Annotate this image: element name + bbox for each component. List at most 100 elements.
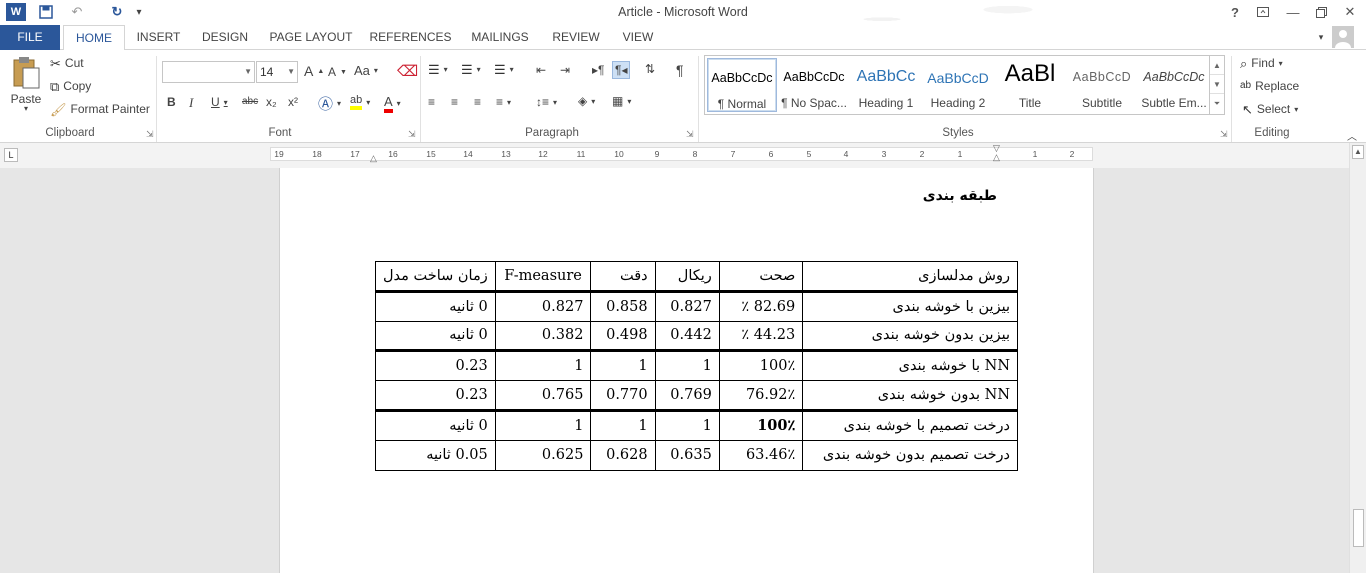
- table-cell: 0.498: [590, 320, 656, 352]
- align-center-icon[interactable]: ≡: [451, 95, 458, 109]
- table-cell: بیزین با خوشه بندی: [802, 289, 1018, 322]
- paragraph-launcher-icon[interactable]: ⇲: [686, 129, 694, 140]
- style-name: Title: [1018, 96, 1042, 110]
- table-row: 0.23 1 1 1 100٪ NN با خوشه بندی: [375, 349, 1018, 382]
- grow-font-button[interactable]: A ▲: [304, 63, 324, 79]
- tab-review[interactable]: REVIEW: [547, 25, 605, 50]
- vertical-scrollbar[interactable]: ▲: [1349, 143, 1366, 573]
- horizontal-ruler[interactable]: 19 18 17 16 15 14 13 12 11 10 9 8 7 6 5 …: [270, 144, 1093, 164]
- bold-button[interactable]: B: [167, 95, 176, 109]
- format-painter-button[interactable]: 🖌 Format Painter: [50, 102, 150, 116]
- collapse-ribbon-icon[interactable]: ︿: [1347, 128, 1357, 143]
- document-area: طبقه بندی زمان ساخت مدل F-measure دقت ری…: [0, 168, 1349, 573]
- tab-file[interactable]: FILE: [0, 25, 60, 50]
- font-color-button[interactable]: A ▾: [384, 94, 401, 113]
- table-cell: 0.765: [494, 380, 592, 411]
- help-button[interactable]: ?: [1222, 2, 1248, 22]
- tab-selector[interactable]: L: [4, 148, 18, 162]
- increase-indent-icon[interactable]: ⇥: [560, 63, 570, 77]
- multilevel-list-button[interactable]: ☰ ▾: [494, 63, 514, 76]
- title-bar: W ↶ ↻ ▾ Article - Microsoft Word ? — ✕: [0, 0, 1366, 48]
- style-sample: AaBbCcDc: [1143, 70, 1205, 84]
- table-cell: 0.827: [654, 289, 720, 322]
- restore-button[interactable]: [1308, 2, 1334, 22]
- select-button[interactable]: ↖ Select ▾: [1242, 102, 1298, 116]
- scroll-up-icon[interactable]: ▲: [1352, 145, 1364, 159]
- group-separator: [698, 56, 699, 142]
- strikethrough-button[interactable]: abc: [242, 96, 258, 107]
- tab-view[interactable]: VIEW: [615, 25, 661, 50]
- bullets-button[interactable]: ☰ ▾: [428, 63, 448, 76]
- paste-button[interactable]: Paste ▾: [8, 56, 44, 124]
- copy-button[interactable]: ⧉ Copy: [50, 79, 91, 93]
- account-dropdown-icon[interactable]: ▾: [1314, 25, 1328, 50]
- styles-launcher-icon[interactable]: ⇲: [1220, 129, 1228, 140]
- change-case-button[interactable]: Aa ▾: [354, 63, 378, 78]
- decrease-indent-icon[interactable]: ⇤: [536, 63, 546, 77]
- ruler-tick: 11: [576, 149, 586, 159]
- ribbon-display-options-icon[interactable]: [1250, 2, 1276, 22]
- style-heading-2[interactable]: AaBbCcD Heading 2: [923, 58, 993, 112]
- left-indent-marker-icon[interactable]: △: [370, 153, 377, 164]
- highlight-color-button[interactable]: ab ▾: [350, 94, 370, 110]
- first-line-indent-marker-icon[interactable]: ▽ △: [993, 144, 1000, 162]
- document-page[interactable]: طبقه بندی زمان ساخت مدل F-measure دقت ری…: [279, 168, 1094, 573]
- align-left-icon[interactable]: ≡: [428, 95, 435, 109]
- gallery-up-icon[interactable]: ▲: [1210, 56, 1224, 75]
- text-effects-icon[interactable]: Ⓐ ▾: [318, 93, 341, 114]
- minimize-button[interactable]: —: [1280, 2, 1306, 22]
- underline-button[interactable]: U ▾: [211, 95, 228, 109]
- ribbon-tabs: FILE HOME INSERT DESIGN PAGE LAYOUT REFE…: [0, 25, 1366, 51]
- tab-home[interactable]: HOME: [63, 25, 125, 51]
- table-cell: 1: [590, 408, 656, 441]
- table-cell: 1: [494, 349, 592, 382]
- style-subtle-emphasis[interactable]: AaBbCcDc Subtle Em...: [1139, 58, 1209, 112]
- font-size-combo[interactable]: 14 ▼: [256, 61, 298, 83]
- cut-button[interactable]: ✂ Cut: [50, 56, 84, 70]
- borders-button[interactable]: ▦ ▾: [612, 94, 631, 108]
- table-cell: درخت تصمیم بدون خوشه بندی: [802, 439, 1018, 471]
- tab-page-layout[interactable]: PAGE LAYOUT: [266, 25, 356, 50]
- styles-group-label: Styles: [942, 127, 974, 139]
- style-no-spacing[interactable]: AaBbCcDc ¶ No Spac...: [779, 58, 849, 112]
- show-formatting-button[interactable]: ¶: [676, 62, 684, 78]
- style-subtitle[interactable]: AaBbCcD Subtitle: [1067, 58, 1137, 112]
- find-button[interactable]: ⌕ Find ▾: [1240, 56, 1283, 70]
- shrink-font-button[interactable]: A ▼: [328, 65, 347, 79]
- italic-button[interactable]: I: [189, 95, 193, 111]
- style-name: Heading 1: [858, 96, 914, 110]
- clipboard-launcher-icon[interactable]: ⇲: [146, 129, 154, 140]
- shading-button[interactable]: ◈ ▾: [578, 94, 595, 108]
- font-launcher-icon[interactable]: ⇲: [408, 129, 416, 140]
- close-button[interactable]: ✕: [1337, 2, 1363, 22]
- table-row: 0.05 ثانیه 0.625 0.628 0.635 63.46٪ درخت…: [375, 439, 1018, 471]
- superscript-button[interactable]: x²: [288, 95, 298, 109]
- subscript-button[interactable]: x₂: [266, 95, 277, 109]
- table-cell: 0.769: [654, 380, 720, 411]
- sort-icon[interactable]: ⇅: [645, 62, 655, 76]
- table-cell: 76.92٪: [718, 380, 804, 411]
- style-heading-1[interactable]: AaBbCc Heading 1: [851, 58, 921, 112]
- tab-mailings[interactable]: MAILINGS: [465, 25, 535, 50]
- font-name-combo[interactable]: ▼: [162, 61, 255, 83]
- justify-button[interactable]: ≡ ▾: [496, 95, 511, 109]
- line-spacing-button[interactable]: ↕≡ ▾: [536, 95, 557, 109]
- style-normal[interactable]: AaBbCcDc ¶ Normal: [707, 58, 777, 112]
- tab-references[interactable]: REFERENCES: [368, 25, 453, 50]
- replace-button[interactable]: ab Replace: [1240, 79, 1299, 93]
- binoculars-icon: ⌕: [1240, 55, 1248, 71]
- ltr-direction-icon[interactable]: ▸¶: [592, 63, 604, 77]
- rtl-direction-icon[interactable]: ¶◂: [612, 61, 631, 79]
- align-right-icon[interactable]: ≡: [474, 95, 481, 109]
- tab-insert[interactable]: INSERT: [130, 25, 187, 50]
- numbering-button[interactable]: ☰ ▾: [461, 63, 481, 76]
- gallery-down-icon[interactable]: ▼: [1210, 75, 1224, 94]
- tab-design[interactable]: DESIGN: [196, 25, 254, 50]
- numbering-icon: ☰: [461, 62, 473, 77]
- clear-formatting-icon[interactable]: ⌫: [397, 62, 418, 80]
- style-title[interactable]: AaBl Title: [995, 58, 1065, 112]
- table-cell: 0.23: [375, 380, 496, 411]
- scroll-thumb[interactable]: [1353, 509, 1364, 547]
- avatar[interactable]: [1332, 26, 1354, 48]
- gallery-more-icon[interactable]: ⏷: [1210, 94, 1224, 113]
